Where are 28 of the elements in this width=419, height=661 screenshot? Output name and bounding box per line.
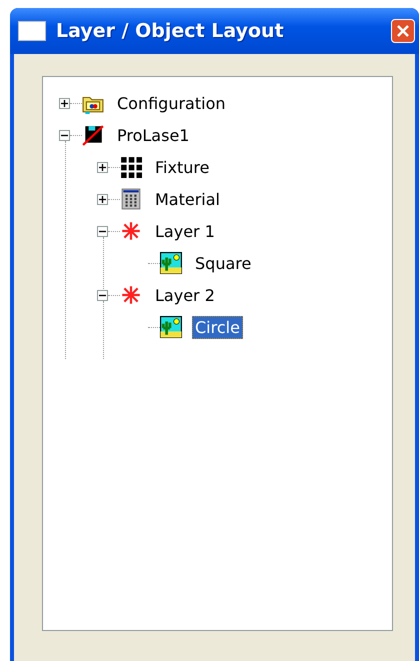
collapse-button[interactable] xyxy=(97,226,108,236)
tree-item[interactable]: Layer 1 xyxy=(152,220,218,242)
plus-icon xyxy=(98,162,107,172)
close-button[interactable] xyxy=(391,19,415,43)
device-icon xyxy=(82,124,104,146)
plus-icon xyxy=(98,194,107,204)
collapse-button[interactable] xyxy=(59,130,70,140)
window-icon xyxy=(18,21,46,41)
picture-icon xyxy=(160,316,182,338)
tree-item[interactable]: Square xyxy=(192,252,254,274)
plus-icon xyxy=(60,98,69,108)
expand-button[interactable] xyxy=(97,194,108,204)
collapse-button[interactable] xyxy=(97,290,108,300)
tree-item[interactable]: Configuration xyxy=(114,92,229,114)
tree-item[interactable]: Material xyxy=(152,188,223,210)
asterisk-icon xyxy=(120,220,142,242)
picture-icon xyxy=(160,252,182,274)
tree-item[interactable]: Circle xyxy=(192,316,243,338)
tree-item[interactable]: Fixture xyxy=(152,156,212,178)
window-title: Layer / Object Layout xyxy=(56,20,285,42)
grid-icon xyxy=(120,156,142,178)
tree-item[interactable]: Layer 2 xyxy=(152,284,218,306)
asterisk-icon xyxy=(120,284,142,306)
expand-button[interactable] xyxy=(97,162,108,172)
expand-button[interactable] xyxy=(59,98,70,108)
close-icon xyxy=(396,24,410,38)
tree-item[interactable]: ProLase1 xyxy=(114,124,192,146)
calculator-icon xyxy=(120,188,142,210)
